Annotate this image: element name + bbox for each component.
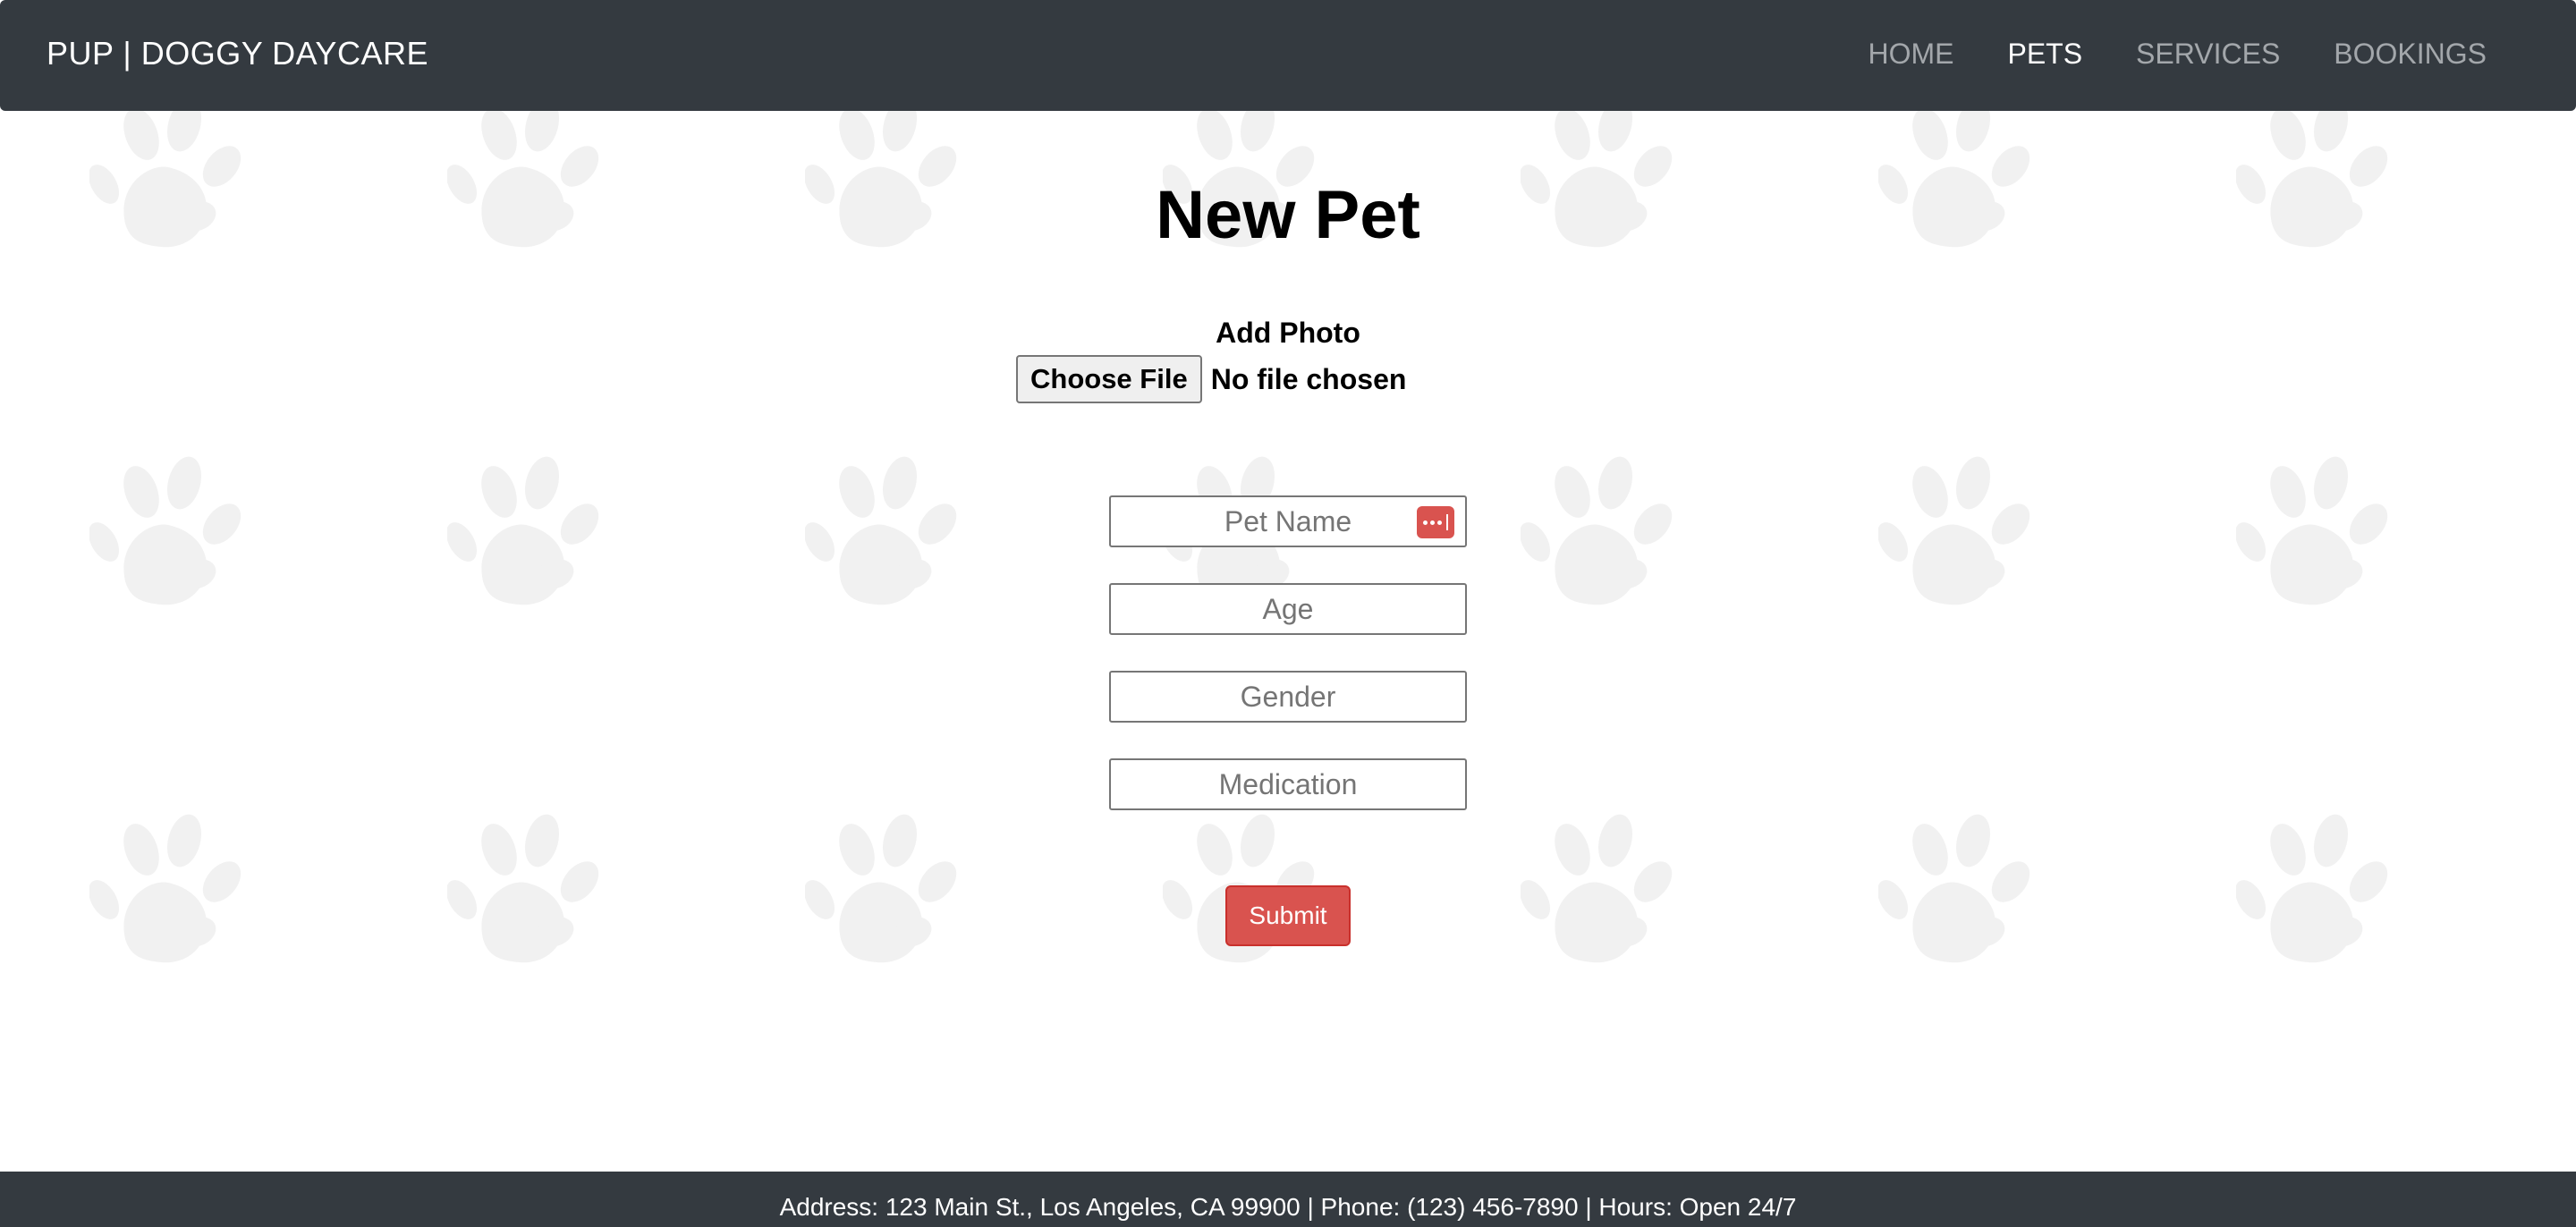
- password-manager-icon[interactable]: [1417, 506, 1454, 538]
- pet-name-field-wrapper: [1109, 495, 1467, 547]
- brand-logo[interactable]: PUP | DOGGY DAYCARE: [47, 34, 428, 73]
- file-upload: Choose File No file chosen: [1016, 354, 1406, 404]
- paw-print-icon: [1521, 814, 1682, 975]
- footer: Address: 123 Main St., Los Angeles, CA 9…: [0, 1172, 2576, 1227]
- pet-name-input[interactable]: [1111, 497, 1465, 546]
- submit-button[interactable]: Submit: [1225, 885, 1351, 946]
- paw-print-icon: [89, 456, 250, 617]
- paw-print-icon: [805, 456, 966, 617]
- paw-print-icon: [2236, 456, 2397, 617]
- age-field-wrapper: [1109, 583, 1467, 635]
- add-photo-label: Add Photo: [1216, 317, 1360, 349]
- nav-bookings-link[interactable]: BOOKINGS: [2334, 34, 2487, 73]
- nav-pets-link[interactable]: PETS: [2007, 34, 2082, 73]
- medication-input[interactable]: [1111, 760, 1465, 808]
- nav-services-link[interactable]: SERVICES: [2136, 34, 2280, 73]
- paw-print-icon: [805, 814, 966, 975]
- paw-print-icon: [1521, 456, 1682, 617]
- paw-print-icon: [2236, 814, 2397, 975]
- navbar: PUP | DOGGY DAYCARE HOME PETS SERVICES B…: [0, 0, 2576, 111]
- paw-print-icon: [447, 456, 608, 617]
- paw-print-icon: [89, 814, 250, 975]
- paw-print-icon: [447, 814, 608, 975]
- gender-input[interactable]: [1111, 673, 1465, 721]
- paw-print-icon: [1878, 814, 2039, 975]
- footer-contact-info: Address: 123 Main St., Los Angeles, CA 9…: [779, 1193, 1797, 1221]
- nav-home-link[interactable]: HOME: [1868, 34, 1953, 73]
- medication-field-wrapper: [1109, 758, 1467, 810]
- page: PUP | DOGGY DAYCARE HOME PETS SERVICES B…: [0, 0, 2576, 1227]
- nav-links: HOME PETS SERVICES BOOKINGS: [1868, 34, 2487, 73]
- page-title: New Pet: [1156, 177, 1420, 253]
- file-status: No file chosen: [1210, 362, 1407, 395]
- paw-print-icon: [1878, 456, 2039, 617]
- age-input[interactable]: [1111, 585, 1465, 633]
- gender-field-wrapper: [1109, 671, 1467, 723]
- choose-file-button[interactable]: Choose File: [1016, 355, 1202, 403]
